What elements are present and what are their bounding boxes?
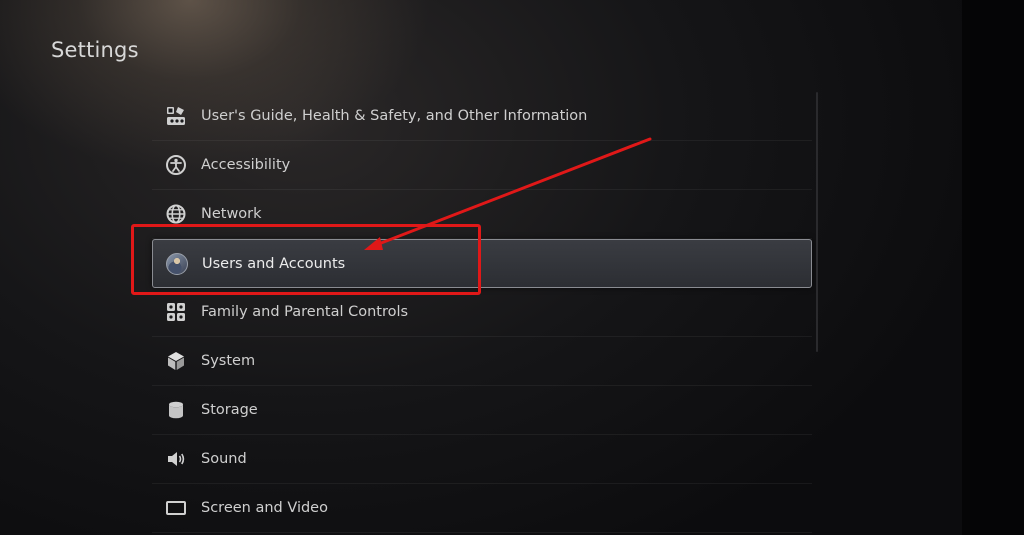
menu-item-label: Screen and Video [201, 500, 328, 516]
speaker-icon [165, 448, 187, 470]
menu-item-accessibility[interactable]: Accessibility [152, 141, 812, 190]
family-icon [165, 301, 187, 323]
storage-icon [165, 399, 187, 421]
cube-icon [165, 350, 187, 372]
users-guide-icon [165, 105, 187, 127]
settings-menu: User's Guide, Health & Safety, and Other… [152, 92, 812, 533]
menu-item-screen-and-video[interactable]: Screen and Video [152, 484, 812, 533]
globe-icon [165, 203, 187, 225]
menu-item-label: Family and Parental Controls [201, 304, 409, 320]
scrollbar[interactable] [816, 92, 818, 352]
menu-item-label: Accessibility [201, 157, 291, 173]
accessibility-icon [165, 154, 187, 176]
menu-item-label: Sound [201, 451, 247, 467]
menu-item-label: Storage [201, 402, 258, 418]
menu-item-sound[interactable]: Sound [152, 435, 812, 484]
right-edge-bar [962, 0, 1024, 535]
page-title: Settings [51, 38, 139, 62]
menu-item-users-and-accounts[interactable]: Users and Accounts [152, 239, 812, 288]
menu-item-label: Users and Accounts [202, 255, 346, 272]
menu-item-network[interactable]: Network [152, 190, 812, 239]
screen-icon [165, 497, 187, 519]
settings-screen: Settings User's Guide, Health & Safety, … [0, 0, 1024, 535]
menu-item-label: Network [201, 206, 262, 222]
menu-item-users-guide[interactable]: User's Guide, Health & Safety, and Other… [152, 92, 812, 141]
menu-item-system[interactable]: System [152, 337, 812, 386]
menu-item-label: System [201, 353, 256, 369]
avatar-icon [166, 252, 188, 275]
avatar [166, 252, 188, 275]
menu-item-label: User's Guide, Health & Safety, and Other… [201, 108, 588, 124]
menu-item-family-parental-controls[interactable]: Family and Parental Controls [152, 288, 812, 337]
menu-item-storage[interactable]: Storage [152, 386, 812, 435]
